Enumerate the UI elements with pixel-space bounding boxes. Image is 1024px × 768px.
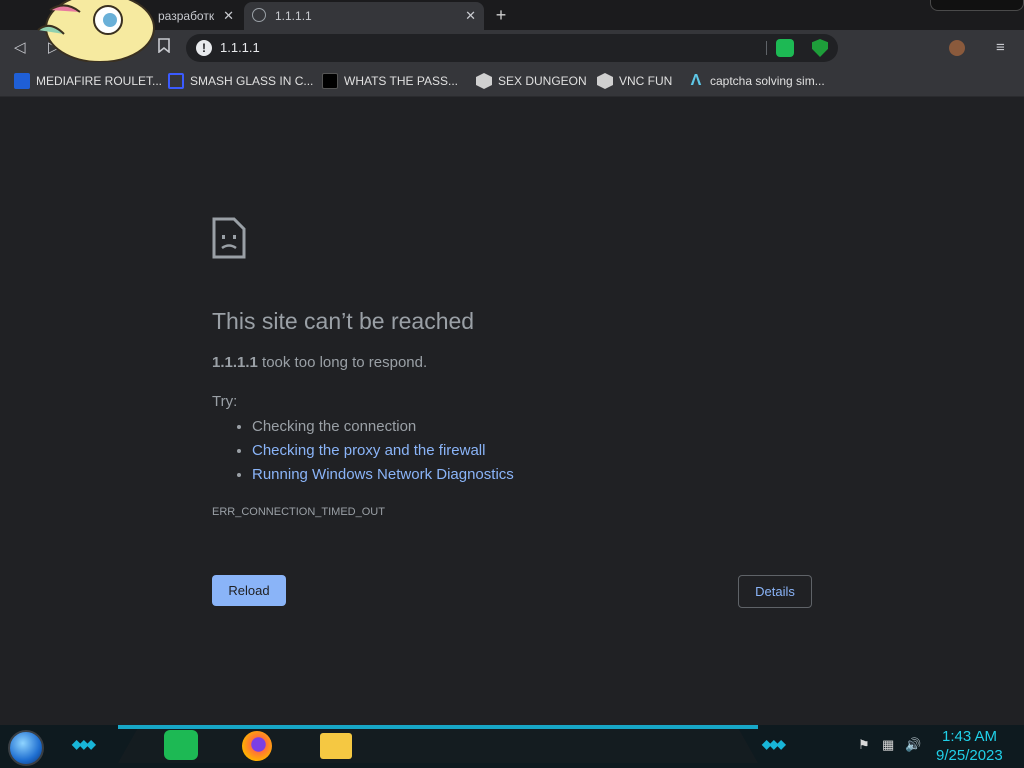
suggestion-text: Checking the connection — [252, 418, 417, 435]
bookmark-whats-the-pass[interactable]: WHATS THE PASS... — [322, 72, 458, 90]
suggestion-check-proxy-link[interactable]: Checking the proxy and the firewall — [252, 439, 514, 463]
network-icon[interactable]: ▦ — [882, 737, 894, 753]
close-tab-icon[interactable]: ✕ — [223, 8, 234, 24]
lambda-icon: Λ — [690, 72, 702, 89]
globe-icon — [252, 8, 266, 22]
bookmark-label: WHATS THE PASS... — [344, 74, 459, 88]
error-code: ERR_CONNECTION_TIMED_OUT — [212, 506, 385, 518]
error-message: 1.1.1.1 took too long to respond. — [212, 354, 427, 371]
suggestion-link[interactable]: Checking the proxy and the firewall — [252, 442, 485, 459]
bookmark-label: MEDIAFIRE ROULET... — [36, 74, 163, 88]
error-title: This site can’t be reached — [212, 308, 475, 334]
suggestion-link[interactable]: Running Windows Network Diagnostics — [252, 466, 514, 483]
tab-title: 1.1.1.1 — [275, 9, 312, 23]
address-bar[interactable]: ! 1.1.1.1 — [186, 34, 838, 62]
separator — [766, 41, 767, 55]
bookmark-label: VNC FUN — [619, 74, 673, 88]
details-button[interactable]: Details — [738, 575, 812, 608]
bookmark-captcha[interactable]: Λ captcha solving sim... — [688, 72, 825, 90]
url-text: 1.1.1.1 — [220, 40, 260, 55]
taskbar-panel — [118, 729, 758, 763]
suggestion-list: Checking the connection Checking the pro… — [212, 415, 514, 487]
error-page: This site can’t be reached 1.1.1.1 took … — [0, 97, 1024, 725]
file-explorer-icon[interactable] — [320, 733, 352, 759]
menu-icon[interactable]: ≡ — [996, 38, 1005, 58]
flag-icon[interactable]: ⚑ — [858, 737, 870, 753]
profile-avatar[interactable] — [949, 40, 965, 56]
tab-active[interactable]: 1.1.1.1 ✕ — [244, 2, 484, 30]
bookmark-vnc-fun[interactable]: VNC FUN — [597, 72, 672, 90]
bookmark-label: SEX DUNGEON — [498, 74, 587, 88]
clock-date[interactable]: 9/25/2023 — [936, 747, 1003, 764]
taskbar: ◆◆◆ ◆◆◆ ⚑ ▦ 🔊 1:43 AM 9/25/2023 — [0, 725, 1024, 768]
spotify-icon[interactable] — [164, 730, 198, 760]
cube-icon — [597, 73, 613, 89]
new-tab-button[interactable]: + — [490, 4, 512, 26]
close-tab-icon[interactable]: ✕ — [465, 8, 476, 24]
not-secure-icon[interactable]: ! — [196, 40, 212, 56]
bookmarks-bar: MEDIAFIRE ROULET... SMASH GLASS IN C... … — [0, 66, 1024, 97]
decorative-chevrons-icon: ◆◆◆ — [762, 737, 786, 751]
bookmark-sex-dungeon[interactable]: SEX DUNGEON — [476, 72, 587, 90]
reload-button[interactable]: Reload — [212, 575, 286, 606]
cube-icon — [476, 73, 492, 89]
bookmark-label: SMASH GLASS IN C... — [190, 74, 314, 88]
bookmark-mediafire[interactable]: MEDIAFIRE ROULET... — [14, 72, 162, 90]
error-message-text: took too long to respond. — [257, 354, 428, 371]
notes-extension-icon[interactable] — [776, 39, 794, 57]
password-icon — [322, 73, 338, 89]
window-controls[interactable] — [930, 0, 1024, 11]
sad-page-icon — [212, 217, 246, 259]
decorative-chevrons-icon: ◆◆◆ — [72, 737, 96, 751]
start-orb-icon[interactable] — [8, 730, 44, 766]
firefox-icon[interactable] — [242, 731, 272, 761]
smash-icon — [168, 73, 184, 89]
clock-time[interactable]: 1:43 AM — [942, 728, 997, 745]
tab-title: разработк — [158, 9, 215, 23]
mascot-sticker-icon — [37, 0, 155, 62]
error-host: 1.1.1.1 — [212, 354, 258, 371]
volume-icon[interactable]: 🔊 — [905, 737, 921, 753]
mediafire-icon — [14, 73, 30, 89]
bookmark-smash-glass[interactable]: SMASH GLASS IN C... — [168, 72, 313, 90]
shield-extension-icon[interactable] — [812, 39, 828, 57]
bookmark-label: captcha solving sim... — [710, 74, 825, 88]
try-label: Try: — [212, 393, 238, 410]
suggestion-check-connection: Checking the connection — [252, 415, 514, 439]
taskbar-accent-stripe — [118, 725, 758, 729]
suggestion-network-diagnostics-link[interactable]: Running Windows Network Diagnostics — [252, 463, 514, 487]
